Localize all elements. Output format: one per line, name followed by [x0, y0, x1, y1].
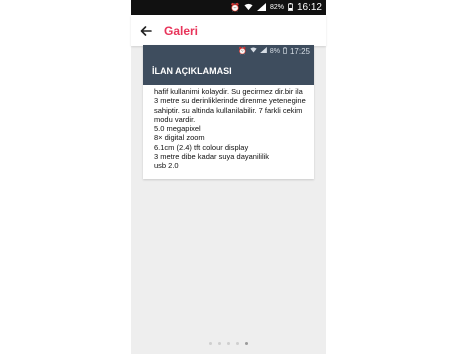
wifi-icon — [244, 3, 253, 13]
battery-percent: 82% — [269, 4, 284, 11]
status-time: 16:12 — [296, 2, 322, 13]
image-signal-icon — [259, 47, 267, 55]
page-title: Galeri — [164, 23, 199, 38]
image-wifi-icon — [250, 47, 257, 55]
battery-icon — [288, 2, 293, 13]
page-dot[interactable] — [245, 342, 248, 345]
image-status-bar: ⏰ 8% 17:25 — [143, 45, 314, 57]
image-battery-icon — [283, 46, 287, 56]
image-battery-percent: 8% — [269, 47, 280, 55]
page-indicator — [131, 342, 326, 345]
signal-icon — [256, 2, 266, 13]
app-bar: Galeri — [131, 15, 326, 46]
listing-description-header: İLAN AÇIKLAMASI — [143, 57, 314, 85]
alarm-icon: ⏰ — [229, 2, 240, 12]
phone-screen: ⏰ 82% 16:12 Galeri ⏰ 8% 17:25 İLAN AÇIKL… — [131, 0, 326, 354]
image-status-time: 17:25 — [289, 46, 310, 56]
back-arrow-icon — [140, 25, 152, 36]
listing-description-text: hafif kullanimi kolaydir. Su gecirmez di… — [154, 87, 306, 171]
image-alarm-icon: ⏰ — [238, 48, 247, 55]
gallery-image[interactable]: ⏰ 8% 17:25 İLAN AÇIKLAMASI hafif kullani… — [143, 45, 314, 179]
page-dot[interactable] — [227, 342, 230, 345]
back-button[interactable] — [140, 21, 162, 41]
page-dot[interactable] — [236, 342, 239, 345]
status-bar: ⏰ 82% 16:12 — [131, 0, 326, 15]
page-dot[interactable] — [218, 342, 221, 345]
page-dot[interactable] — [209, 342, 212, 345]
